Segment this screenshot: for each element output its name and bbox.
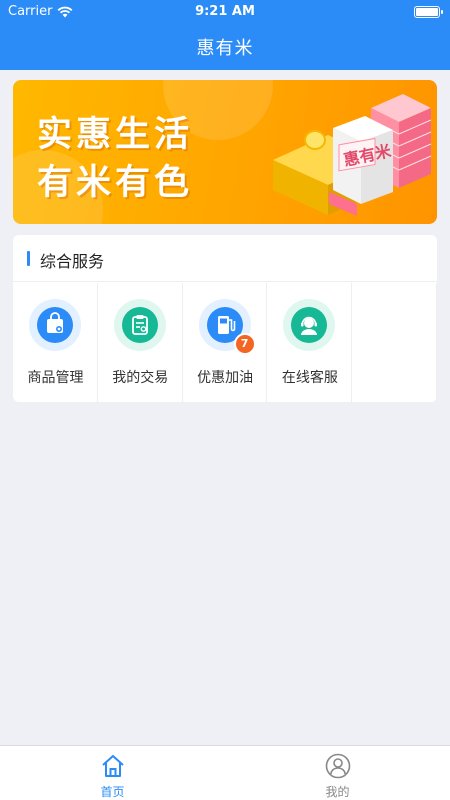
tab-label-home: 首页 (100, 785, 125, 799)
app-header: Carrier 9:21 AM 惠有米 (0, 0, 450, 70)
tab-mine[interactable]: 我的 (225, 746, 450, 800)
customer-service-icon (301, 316, 318, 335)
bottom-tab-bar: 首页 我的 (0, 745, 450, 800)
coin-icon (304, 130, 326, 150)
service-item-discount-fuel[interactable]: 7 优惠加油 (183, 283, 268, 402)
service-label: 我的交易 (112, 370, 169, 386)
tab-label-mine: 我的 (325, 785, 350, 799)
battery-icon (414, 6, 443, 18)
service-item-goods-management[interactable]: 商品管理 (13, 283, 98, 402)
section-header: 综合服务 (13, 235, 437, 282)
service-grid: 商品管理 我的交易 7 优惠加油 在线客服 (13, 283, 437, 402)
service-label: 商品管理 (27, 370, 84, 386)
promo-banner[interactable]: 实惠生活 有米有色 惠有米 (13, 80, 437, 224)
shopping-bag-icon (47, 312, 63, 333)
service-item-empty (352, 283, 437, 402)
banner-subheadline: 有米有色 (37, 163, 194, 203)
fuel-badge: 7 (233, 333, 256, 355)
service-label: 在线客服 (281, 370, 338, 386)
services-card: 综合服务 商品管理 我的交易 7 优惠加油 在线客服 (13, 235, 437, 402)
tab-home[interactable]: 首页 (0, 746, 225, 800)
user-profile-icon (325, 753, 351, 779)
section-accent-bar (27, 251, 30, 266)
service-label: 优惠加油 (197, 370, 254, 386)
service-item-my-transactions[interactable]: 我的交易 (98, 283, 183, 402)
home-icon (102, 755, 124, 777)
section-title: 综合服务 (40, 252, 105, 271)
service-item-online-support[interactable]: 在线客服 (267, 283, 353, 402)
status-bar: Carrier 9:21 AM (0, 0, 450, 24)
clipboard-gear-icon (131, 315, 148, 335)
banner-headline: 实惠生活 (37, 115, 194, 155)
status-time: 9:21 AM (195, 4, 255, 19)
page-title: 惠有米 (196, 38, 254, 59)
